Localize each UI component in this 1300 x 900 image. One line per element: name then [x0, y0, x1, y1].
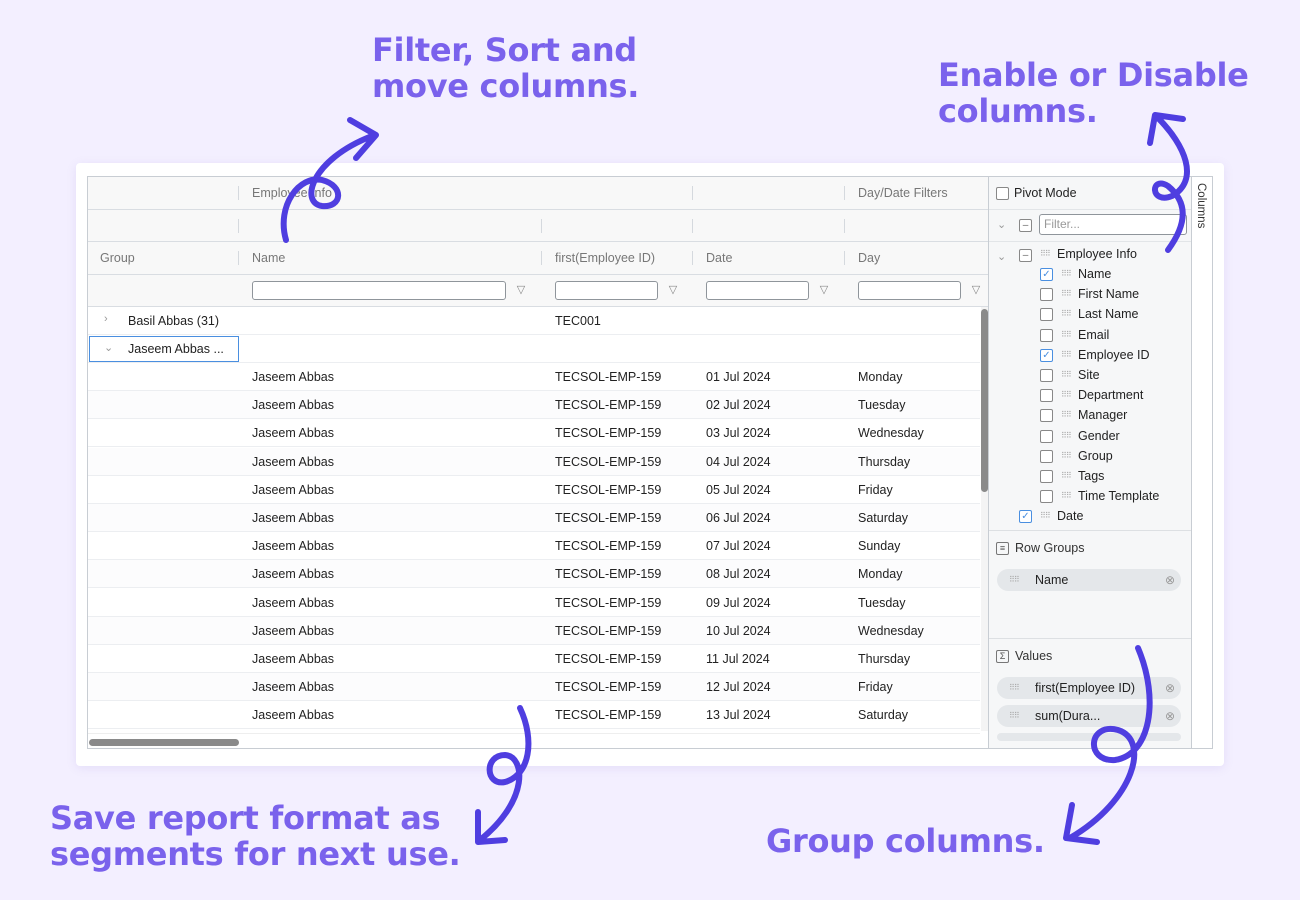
arrow-save — [475, 705, 532, 845]
arrow-enable — [1147, 112, 1190, 253]
annotation-arrows — [280, 112, 1190, 845]
arrow-group — [1063, 645, 1153, 845]
arrow-filter — [280, 117, 379, 243]
